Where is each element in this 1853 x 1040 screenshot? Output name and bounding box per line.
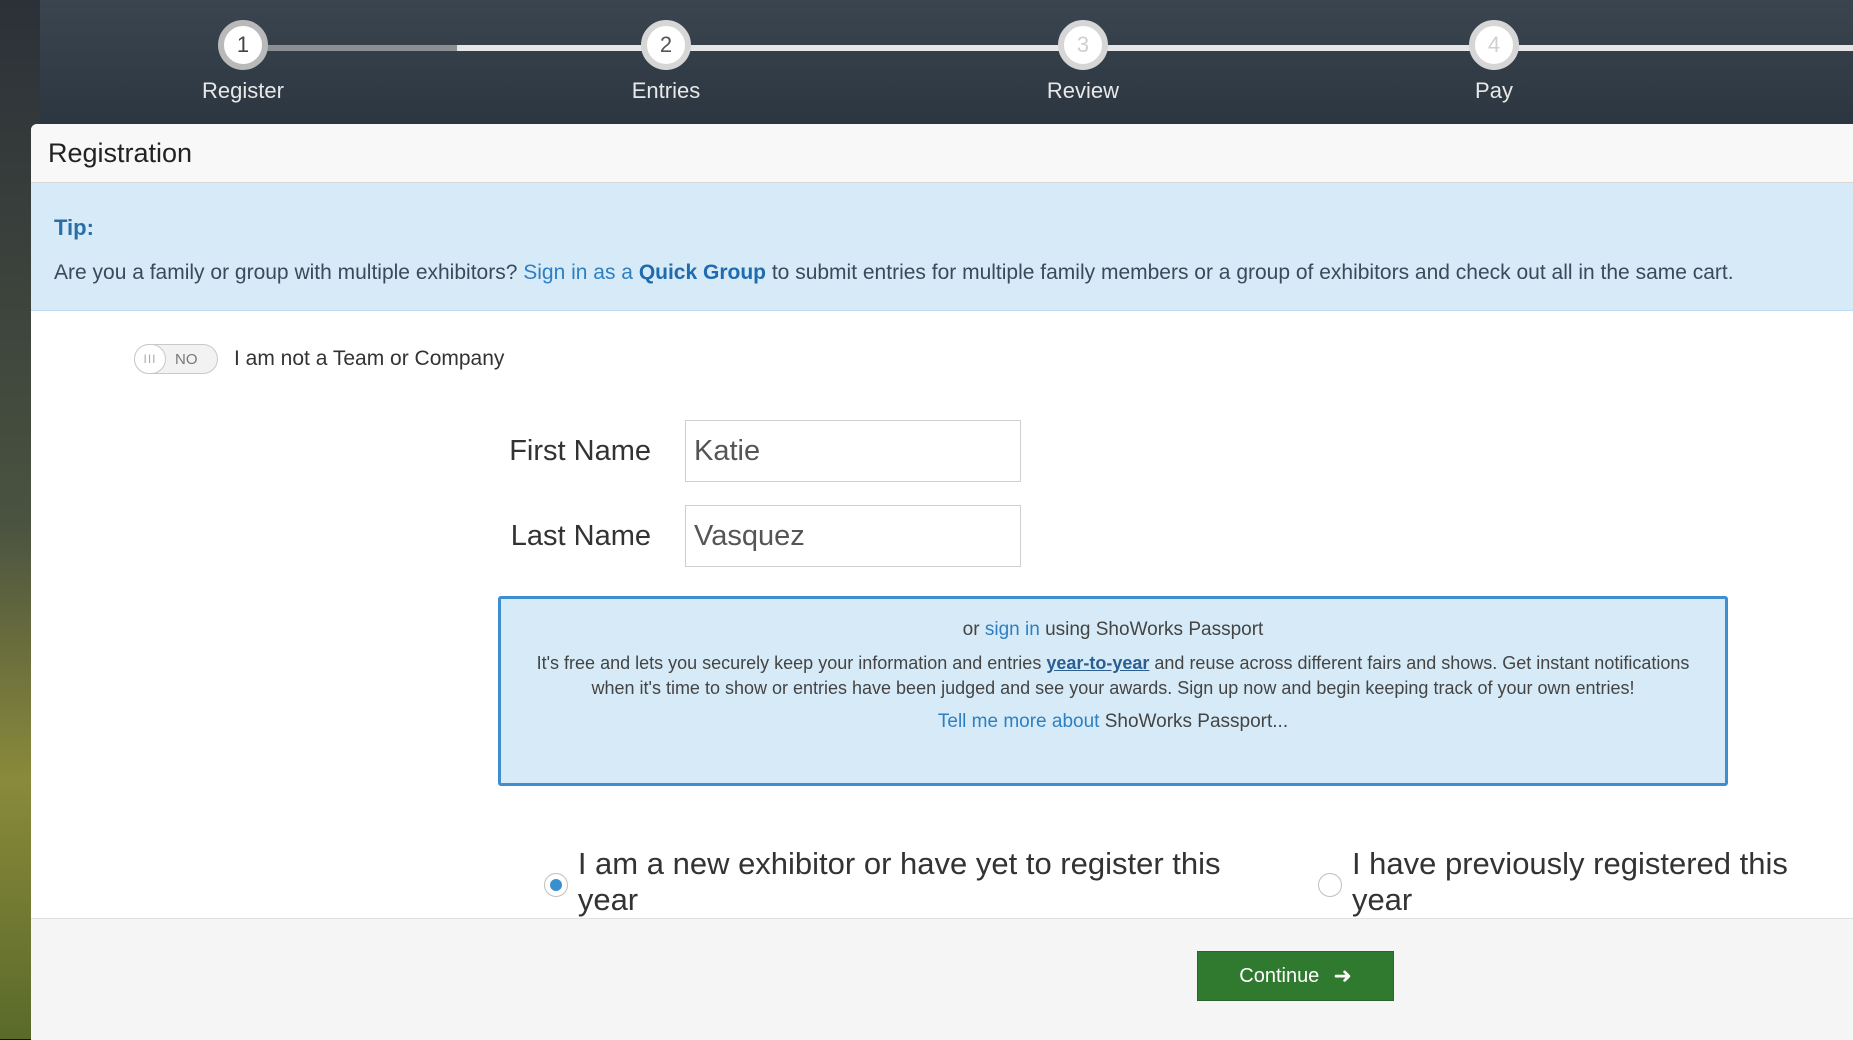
passport-or: or	[962, 619, 980, 640]
last-name-label: Last Name	[510, 519, 651, 552]
new-exhibitor-radio[interactable]	[544, 873, 568, 897]
passport-using: using ShoWorks Passport	[1045, 619, 1264, 640]
year-to-year-link[interactable]: year-to-year	[1046, 653, 1149, 673]
first-name-label: First Name	[509, 434, 651, 467]
last-name-input[interactable]	[685, 505, 1021, 567]
arrow-right-icon: ➜	[1333, 963, 1352, 988]
new-exhibitor-option[interactable]: I am a new exhibitor or have yet to regi…	[544, 846, 1284, 918]
step-label: Pay	[1475, 78, 1513, 103]
progress-steps: 1 Register 2 Entries 3 Review 4 Pay	[0, 0, 1853, 124]
previously-registered-radio[interactable]	[1318, 873, 1342, 897]
step-label: Register	[202, 78, 284, 103]
continue-label: Continue	[1239, 964, 1320, 987]
step-number: 2	[641, 20, 691, 70]
step-pay[interactable]: 4 Pay	[1424, 20, 1564, 104]
toggle-state: NO	[175, 351, 198, 368]
tip-box: Tip: Are you a family or group with mult…	[31, 183, 1853, 311]
passport-description: It's free and lets you securely keep you…	[523, 651, 1703, 701]
step-entries[interactable]: 2 Entries	[596, 20, 736, 104]
tip-text-before: Are you a family or group with multiple …	[54, 261, 518, 284]
tell-me-more-link[interactable]: Tell me more about	[938, 711, 1100, 732]
step-review[interactable]: 3 Review	[1013, 20, 1153, 104]
passport-tell-more-line: Tell me more about ShoWorks Passport...	[501, 711, 1725, 733]
radio-selected-dot	[549, 879, 562, 891]
tip-text-after: to submit entries for multiple family me…	[771, 261, 1734, 284]
step-number: 4	[1469, 20, 1519, 70]
continue-button[interactable]: Continue ➜	[1197, 951, 1394, 1001]
passport-tell-more-suffix: ShoWorks Passport...	[1104, 711, 1289, 732]
team-toggle[interactable]: III NO	[134, 344, 218, 374]
panel-footer: Continue ➜	[31, 918, 1853, 1040]
step-label: Entries	[631, 78, 701, 103]
passport-sign-in-link[interactable]: sign in	[985, 619, 1040, 640]
passport-info-box: or sign in using ShoWorks Passport It's …	[498, 596, 1728, 786]
last-name-row: Last Name	[31, 505, 1021, 567]
first-name-input[interactable]	[685, 420, 1021, 482]
previously-registered-option[interactable]: I have previously registered this year	[1318, 846, 1853, 918]
passport-sign-in-line: or sign in using ShoWorks Passport	[501, 619, 1725, 641]
team-toggle-row: III NO I am not a Team or Company	[134, 344, 504, 374]
registration-panel: Registration Tip: Are you a family or gr…	[31, 124, 1853, 1040]
passport-body-before: It's free and lets you securely keep you…	[536, 653, 1042, 673]
step-number: 3	[1058, 20, 1108, 70]
step-label: Review	[1046, 78, 1120, 103]
toggle-knob-icon: III	[134, 344, 166, 374]
exhibitor-status-options: I am a new exhibitor or have yet to regi…	[544, 846, 1853, 918]
panel-title: Registration	[31, 124, 1853, 183]
new-exhibitor-label: I am a new exhibitor or have yet to regi…	[577, 846, 1221, 917]
first-name-row: First Name	[31, 420, 1021, 482]
tip-title: Tip:	[54, 215, 94, 240]
step-register[interactable]: 1 Register	[173, 20, 313, 104]
previously-registered-label: I have previously registered this year	[1351, 846, 1788, 917]
quick-group-link[interactable]: Quick Group	[639, 261, 766, 284]
tip-text: Are you a family or group with multiple …	[54, 261, 1853, 285]
step-number: 1	[218, 20, 268, 70]
team-toggle-label: I am not a Team or Company	[234, 347, 505, 370]
sign-in-link[interactable]: Sign in as a	[523, 261, 633, 284]
